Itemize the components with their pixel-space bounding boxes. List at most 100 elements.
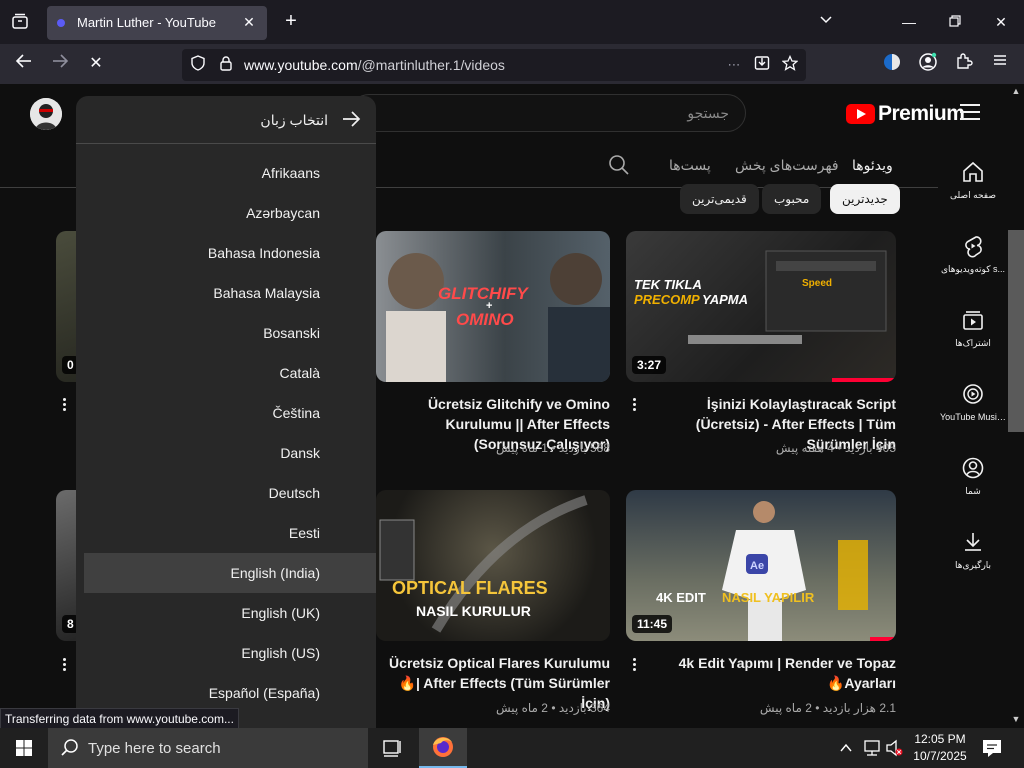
language-option[interactable]: Bahasa Malaysia (84, 273, 376, 313)
tab-playlists[interactable]: فهرست‌های پخش (735, 157, 839, 174)
lock-icon[interactable] (216, 55, 236, 75)
bookmark-star-icon[interactable] (780, 54, 800, 75)
chip-latest[interactable]: جدیدترین (830, 184, 900, 214)
video-duration: 11:45 (632, 615, 673, 633)
windows-taskbar: Type here to search 12:05 PM 10/7/2025 (0, 728, 1024, 768)
avatar[interactable] (30, 98, 62, 130)
svg-text:NASIL YAPILIR: NASIL YAPILIR (722, 590, 815, 605)
tab-videos[interactable]: ویدئوها (848, 157, 897, 190)
language-option[interactable]: Español (España) (84, 673, 376, 713)
tab-overflow-chevron-icon[interactable] (814, 10, 838, 34)
video-title[interactable]: 4k Edit Yapımı | Render ve Topaz Ayarlar… (646, 653, 896, 693)
guide-label: YouTube Music... (940, 412, 1008, 422)
guide-item-downloads[interactable]: بارگیری‌ها (938, 512, 1008, 586)
channel-search-icon[interactable] (608, 154, 630, 176)
video-options-icon[interactable] (631, 656, 637, 676)
language-option[interactable]: English (US) (84, 633, 376, 673)
video-thumbnail[interactable]: Ae 4K EDIT NASIL YAPILIR 11:45 (626, 490, 896, 641)
browser-nav-bar: ✕ www.youtube.com/@martinluther.1/videos… (0, 44, 1024, 84)
guide-item-shorts[interactable]: کوته‌ویدیوهای s... (938, 216, 1008, 290)
clock-time: 12:05 PM (914, 732, 966, 746)
scroll-up-icon[interactable]: ▲ (1010, 86, 1022, 98)
search-input[interactable]: جستجو (350, 94, 746, 132)
vpn-extension-icon[interactable] (880, 52, 904, 76)
watch-progress-bar (832, 378, 896, 382)
stop-loading-icon[interactable]: ✕ (84, 52, 108, 76)
language-option[interactable]: Afrikaans (84, 153, 376, 193)
close-window-button[interactable]: ✕ (989, 10, 1013, 34)
language-option[interactable]: Bosanski (84, 313, 376, 353)
svg-text:Speed: Speed (802, 278, 832, 289)
video-meta: 588 بازدید • 1 ماه پیش (495, 441, 610, 455)
video-meta: 405 بازدید • 4 هفته پیش (775, 441, 896, 455)
video-thumbnail[interactable]: OPTICAL FLARES NASIL KURULUR (376, 490, 610, 641)
language-option-selected[interactable]: English (India) (84, 553, 376, 593)
guide-menu-icon[interactable] (960, 104, 980, 120)
start-button[interactable] (0, 728, 48, 768)
svg-text:4K EDIT: 4K EDIT (656, 590, 706, 605)
search-placeholder: جستجو (687, 105, 729, 121)
new-tab-button[interactable]: + (280, 10, 302, 32)
shield-icon[interactable] (188, 55, 208, 75)
close-tab-icon[interactable]: ✕ (239, 12, 259, 32)
more-dots-icon[interactable]: ⋯ (724, 55, 744, 75)
language-option[interactable]: Deutsch (84, 473, 376, 513)
show-hidden-icons-chevron[interactable] (838, 728, 854, 768)
video-thumbnail[interactable]: TEK TIKLA PRECOMP YAPMA Speed 3:27 (626, 231, 896, 382)
chip-oldest[interactable]: قدیمی‌ترین (680, 184, 759, 214)
language-option[interactable]: Dansk (84, 433, 376, 473)
svg-text:TEK TIKLA: TEK TIKLA (634, 277, 702, 292)
volume-muted-icon[interactable] (884, 728, 904, 768)
thumbnail-art: TEK TIKLA PRECOMP YAPMA Speed (634, 250, 887, 344)
task-view-button[interactable] (368, 728, 416, 768)
shorts-icon (965, 236, 982, 258)
tab-posts[interactable]: پست‌ها (669, 157, 711, 174)
svg-text:NASIL KURULUR: NASIL KURULUR (416, 603, 531, 619)
music-icon (963, 384, 983, 404)
video-thumbnail[interactable]: GLITCHIFY + OMINO (376, 231, 610, 382)
app-menu-icon[interactable] (988, 52, 1012, 76)
language-option[interactable]: Bahasa Indonesia (84, 233, 376, 273)
logo-text: Premium (878, 102, 965, 125)
video-options-icon[interactable] (61, 396, 67, 416)
save-to-pocket-icon[interactable] (752, 55, 772, 75)
search-icon (61, 739, 78, 756)
taskbar-search-input[interactable]: Type here to search (48, 728, 368, 768)
scroll-down-icon[interactable]: ▼ (1010, 714, 1022, 726)
network-icon[interactable] (862, 728, 882, 768)
page-scrollbar[interactable]: ▲ ▼ (1008, 84, 1024, 728)
browser-tab-active[interactable]: Martin Luther - YouTube ✕ (47, 6, 267, 40)
restore-button[interactable] (943, 10, 967, 34)
guide-item-home[interactable]: صفحه اصلی (938, 142, 1008, 216)
downloads-icon (965, 533, 981, 551)
back-button[interactable] (12, 52, 36, 76)
account-icon[interactable] (916, 52, 940, 76)
video-meta: 364 بازدید • 2 ماه پیش (495, 701, 610, 715)
video-options-icon[interactable] (631, 396, 637, 416)
language-option[interactable]: English (UK) (84, 593, 376, 633)
notifications-icon[interactable] (980, 728, 1004, 768)
scrollbar-thumb[interactable] (1008, 230, 1024, 432)
list-all-tabs-icon[interactable] (8, 10, 32, 34)
guide-label: اشتراک‌ها (955, 338, 991, 348)
taskbar-firefox-button[interactable] (419, 728, 467, 768)
minimize-button[interactable]: — (897, 10, 921, 34)
video-options-icon[interactable] (61, 656, 67, 676)
guide-label: شما (965, 486, 981, 496)
language-option[interactable]: Eesti (84, 513, 376, 553)
back-arrow-icon[interactable] (340, 108, 362, 130)
guide-item-subscriptions[interactable]: اشتراک‌ها (938, 290, 1008, 364)
windows-logo-icon (16, 740, 32, 756)
language-option[interactable]: Čeština (84, 393, 376, 433)
guide-item-you[interactable]: شما (938, 438, 1008, 512)
language-option[interactable]: Azərbaycan (84, 193, 376, 233)
taskbar-clock[interactable]: 12:05 PM 10/7/2025 (908, 731, 972, 765)
language-option[interactable]: Català (84, 353, 376, 393)
svg-text:OMINO: OMINO (456, 310, 514, 329)
forward-button[interactable] (48, 52, 72, 76)
video-duration: 3:27 (632, 356, 667, 374)
chip-popular[interactable]: محبوب (762, 184, 822, 214)
address-bar[interactable]: www.youtube.com/@martinluther.1/videos ⋯ (182, 49, 806, 81)
extensions-icon[interactable] (952, 52, 976, 76)
guide-item-youtube-music[interactable]: YouTube Music... (938, 364, 1008, 438)
